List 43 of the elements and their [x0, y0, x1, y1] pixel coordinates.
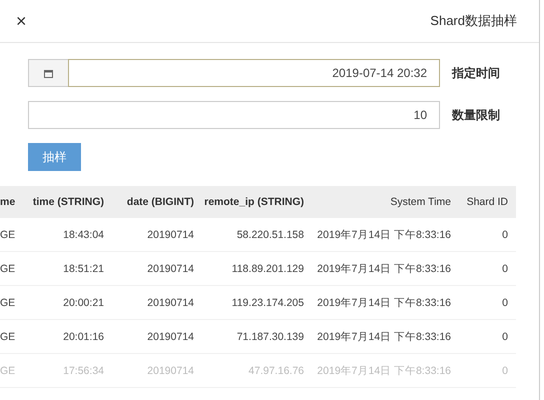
table-cell-text: 0 — [501, 330, 509, 342]
column-header: System Time — [389, 196, 452, 208]
dialog-title: Shard数据抽样 — [430, 12, 517, 30]
table-cell-text: 2019年7月14日 下午8:33:16 — [316, 296, 452, 310]
column-header: Shard ID — [466, 196, 509, 208]
field-label: 数量限制 — [452, 106, 501, 124]
table-cell-text: 20:01:16 — [62, 330, 105, 342]
table-cell-text: 58.220.51.158 — [236, 228, 305, 240]
table-cell-text: 118.89.201.129 — [230, 262, 305, 274]
table-cell-text: 2019年7月14日 下午8:33:16 — [316, 330, 452, 344]
column-header: me — [0, 196, 16, 208]
table-cell-text: GE — [0, 228, 16, 240]
table-cell-text: 71.187.30.139 — [236, 330, 305, 342]
table-cell-text: 47.97.16.76 — [248, 364, 305, 376]
table-cell-text: GE — [0, 296, 16, 308]
table-cell-text: 20190714 — [146, 228, 195, 240]
table-cell-text: 2019年7月14日 下午8:33:16 — [316, 228, 452, 242]
table-cell-text: 0 — [501, 262, 509, 274]
table-cell-text: GE — [0, 262, 16, 274]
table-cell-text: 20190714 — [146, 330, 195, 342]
table-cell-text: 20190714 — [146, 262, 195, 274]
table-cell-text: 20190714 — [146, 364, 195, 376]
table-cell-text: 0 — [501, 296, 509, 308]
field-label: 指定时间 — [452, 64, 501, 82]
table-cell-text: 20:00:21 — [62, 296, 105, 308]
close-button[interactable]: × — [10, 10, 33, 32]
date-field[interactable]: 2019-07-14 20:32 — [68, 59, 440, 87]
table-cell-text: 0 — [501, 228, 509, 240]
table-cell-text: 2019年7月14日 下午8:33:16 — [316, 364, 452, 378]
table-cell-text: 0 — [501, 364, 509, 376]
calendar-icon[interactable] — [28, 59, 68, 87]
table-cell-text: GE — [0, 364, 16, 376]
number-field[interactable]: 10 — [28, 101, 440, 129]
column-header: remote_ip (STRING) — [203, 196, 305, 208]
column-header: date (BIGINT) — [126, 196, 195, 208]
table-cell-text: 119.23.174.205 — [230, 296, 305, 308]
table-cell-text: 2019年7月14日 下午8:33:16 — [316, 262, 452, 276]
table-cell-text: 17:56:34 — [62, 364, 105, 376]
table-cell-text: 18:51:21 — [62, 262, 105, 274]
table-cell-text: 20190714 — [146, 296, 195, 308]
column-header: time (STRING) — [32, 196, 105, 208]
table-cell-text: GE — [0, 330, 16, 342]
table-cell-text: 18:43:04 — [62, 228, 105, 240]
